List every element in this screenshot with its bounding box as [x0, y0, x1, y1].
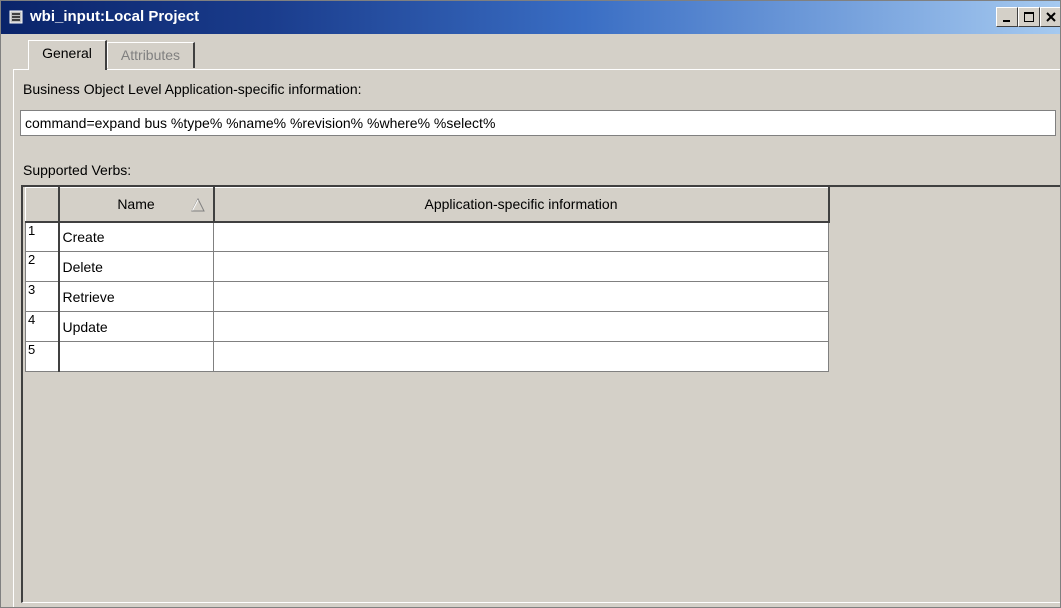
verbs-grid: Name Application-specific information 1 …	[21, 185, 1060, 603]
table-header-row: Name Application-specific information	[25, 187, 830, 223]
row-number-header[interactable]	[25, 187, 60, 223]
verb-name-cell[interactable]	[58, 341, 214, 372]
tab-attributes[interactable]: Attributes	[107, 42, 195, 68]
table-row[interactable]: 1 Create	[25, 221, 829, 252]
row-number[interactable]: 2	[25, 251, 60, 282]
verb-name-cell[interactable]: Delete	[58, 251, 214, 282]
title-bar[interactable]: wbi_input:Local Project	[1, 1, 1060, 34]
close-icon	[1046, 12, 1056, 22]
bo-info-input[interactable]	[20, 110, 1056, 136]
verb-info-cell[interactable]	[213, 251, 829, 282]
row-number[interactable]: 4	[25, 311, 60, 342]
verb-name-cell[interactable]: Retrieve	[58, 281, 214, 312]
window-controls	[996, 7, 1060, 29]
minimize-button[interactable]	[996, 7, 1018, 27]
verb-name-cell[interactable]: Create	[58, 221, 214, 252]
verb-info-cell[interactable]	[213, 311, 829, 342]
table-row[interactable]: 4 Update	[25, 311, 829, 342]
info-column-header[interactable]: Application-specific information	[213, 187, 830, 223]
name-column-label: Name	[117, 196, 155, 213]
window-app-icon[interactable]	[9, 10, 23, 24]
verb-info-cell[interactable]	[213, 341, 829, 372]
verb-info-cell[interactable]	[213, 281, 829, 312]
row-number[interactable]: 1	[25, 221, 60, 252]
table-row[interactable]: 5	[25, 341, 829, 372]
project-window: wbi_input:Local Project General Attribut…	[0, 0, 1061, 608]
tab-general[interactable]: General	[28, 40, 107, 70]
close-button[interactable]	[1040, 7, 1060, 27]
window-title: wbi_input:Local Project	[30, 8, 200, 25]
maximize-button[interactable]	[1018, 7, 1040, 27]
info-column-label: Application-specific information	[424, 196, 618, 213]
row-number[interactable]: 3	[25, 281, 60, 312]
maximize-icon	[1024, 12, 1034, 22]
row-number[interactable]: 5	[25, 341, 60, 372]
verb-name-cell[interactable]: Update	[58, 311, 214, 342]
bo-info-label: Business Object Level Application-specif…	[23, 81, 362, 97]
supported-verbs-label: Supported Verbs:	[23, 162, 132, 178]
sort-ascending-icon	[190, 198, 205, 212]
verb-info-cell[interactable]	[213, 221, 829, 252]
table-row[interactable]: 3 Retrieve	[25, 281, 829, 312]
minimize-icon	[1003, 20, 1010, 22]
verbs-table: Name Application-specific information 1 …	[25, 187, 830, 372]
name-column-header[interactable]: Name	[58, 187, 215, 223]
table-row[interactable]: 2 Delete	[25, 251, 829, 282]
